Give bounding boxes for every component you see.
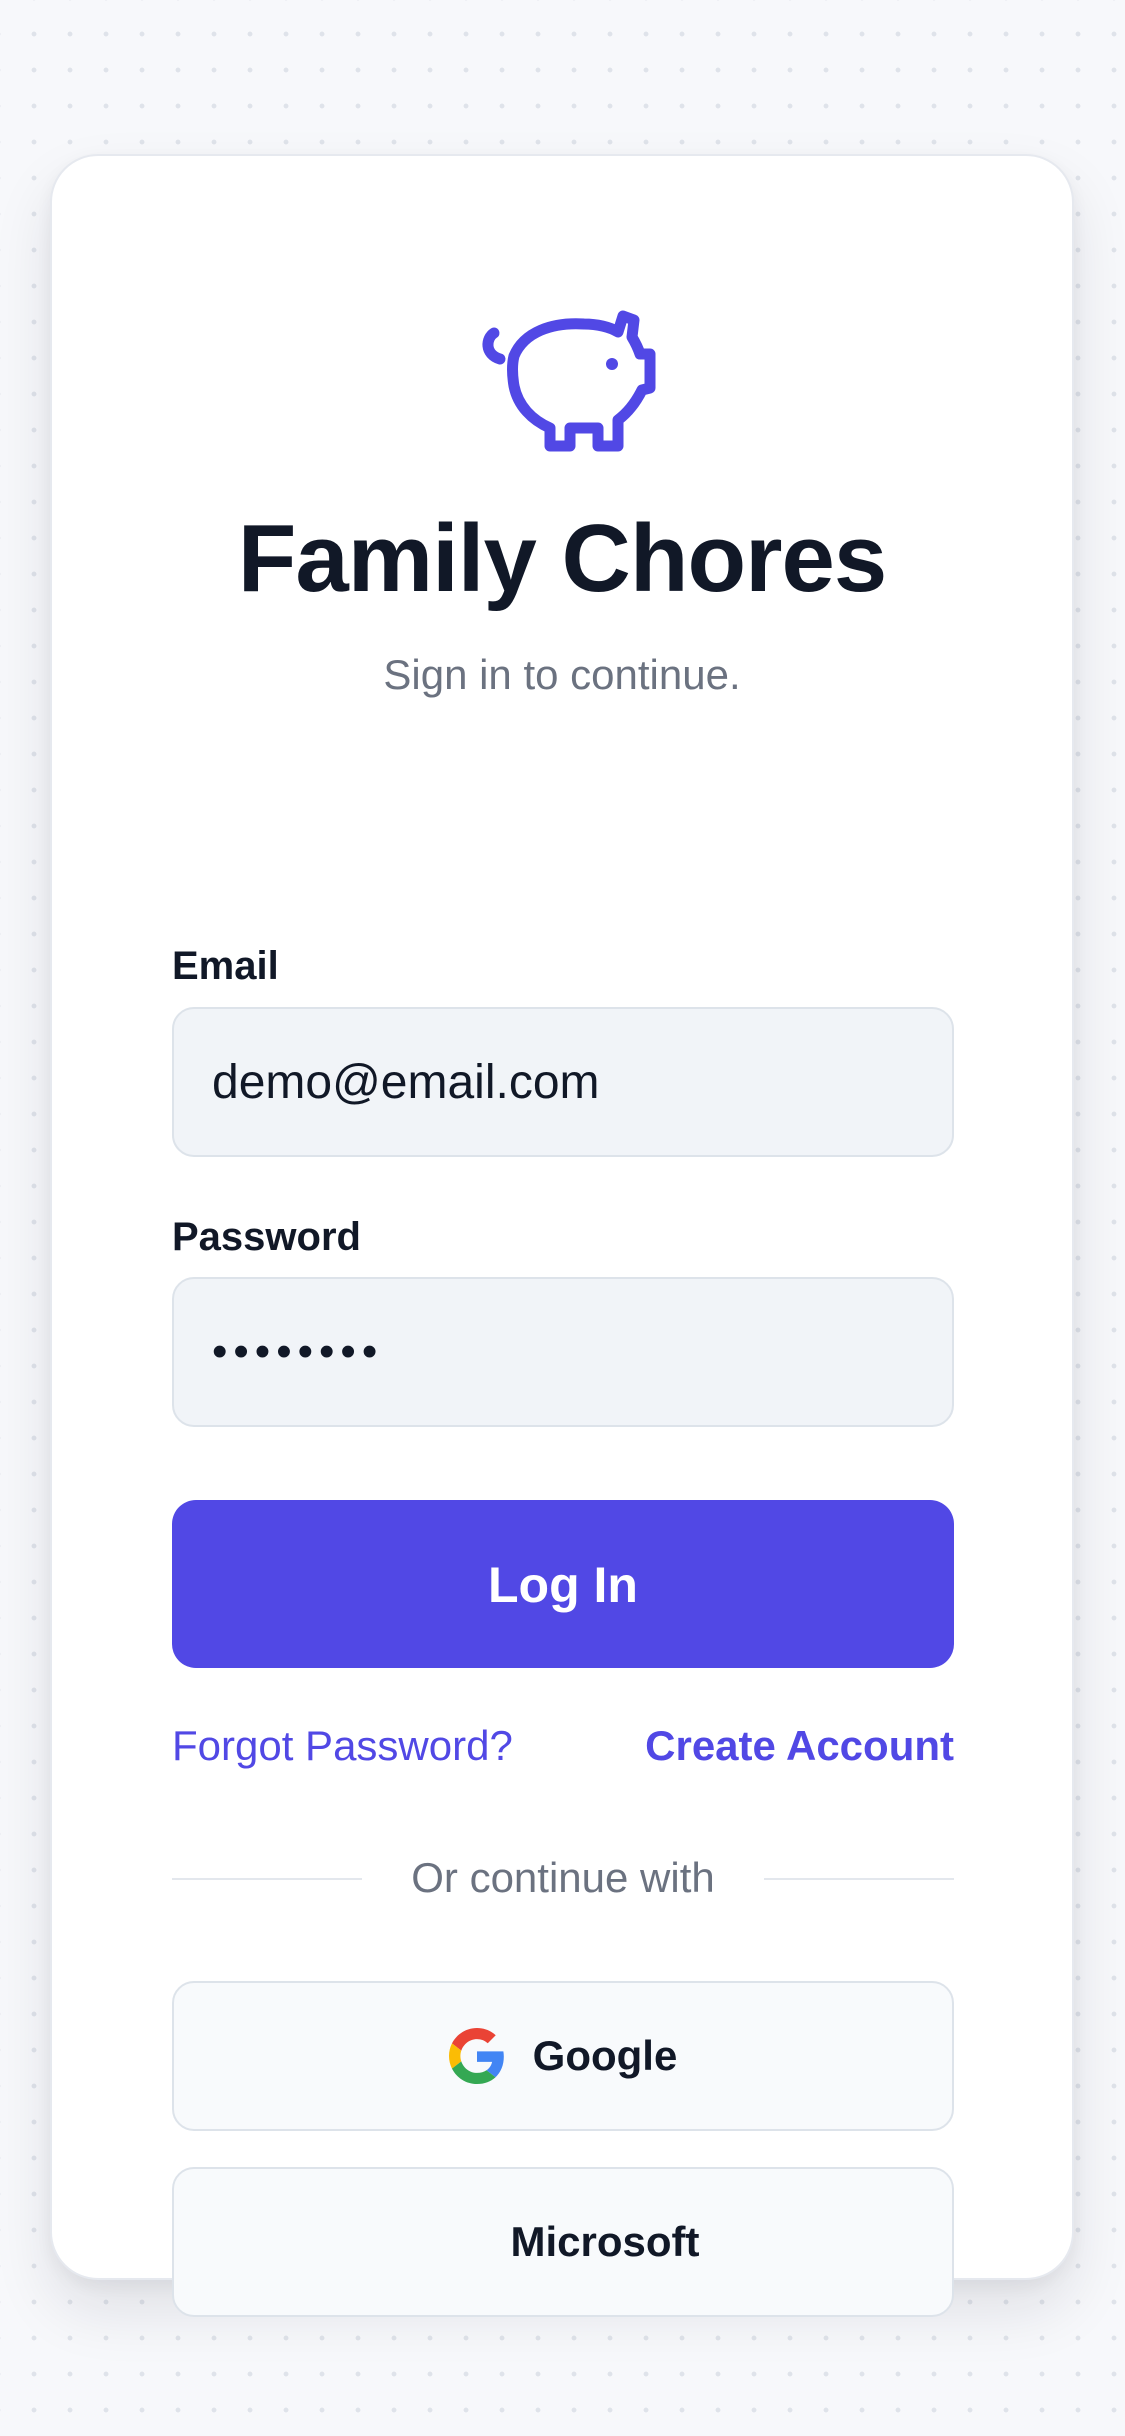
google-label: Google	[532, 2032, 678, 2079]
microsoft-signin-button[interactable]: Microsoft	[172, 2167, 954, 2317]
create-account-link[interactable]: Create Account	[645, 1725, 954, 1767]
login-card: Family Chores Sign in to continue. Email…	[50, 154, 1074, 2317]
login-button[interactable]: Log In	[172, 1500, 954, 1668]
email-field[interactable]	[172, 1007, 954, 1157]
piggy-bank-icon	[482, 310, 656, 452]
forgot-password-link[interactable]: Forgot Password?	[172, 1725, 513, 1767]
divider-line-right	[764, 1878, 954, 1880]
email-label: Email	[172, 944, 279, 988]
divider: Or continue with	[172, 1853, 954, 1903]
app-subtitle: Sign in to continue.	[383, 651, 741, 698]
microsoft-label: Microsoft	[510, 2218, 700, 2265]
google-signin-button[interactable]: Google	[172, 1981, 954, 2131]
microsoft-icon	[427, 2214, 483, 2270]
google-icon	[448, 2028, 504, 2084]
app-title: Family Chores	[237, 505, 888, 612]
password-field[interactable]	[172, 1277, 954, 1427]
password-label: Password	[172, 1215, 361, 1259]
